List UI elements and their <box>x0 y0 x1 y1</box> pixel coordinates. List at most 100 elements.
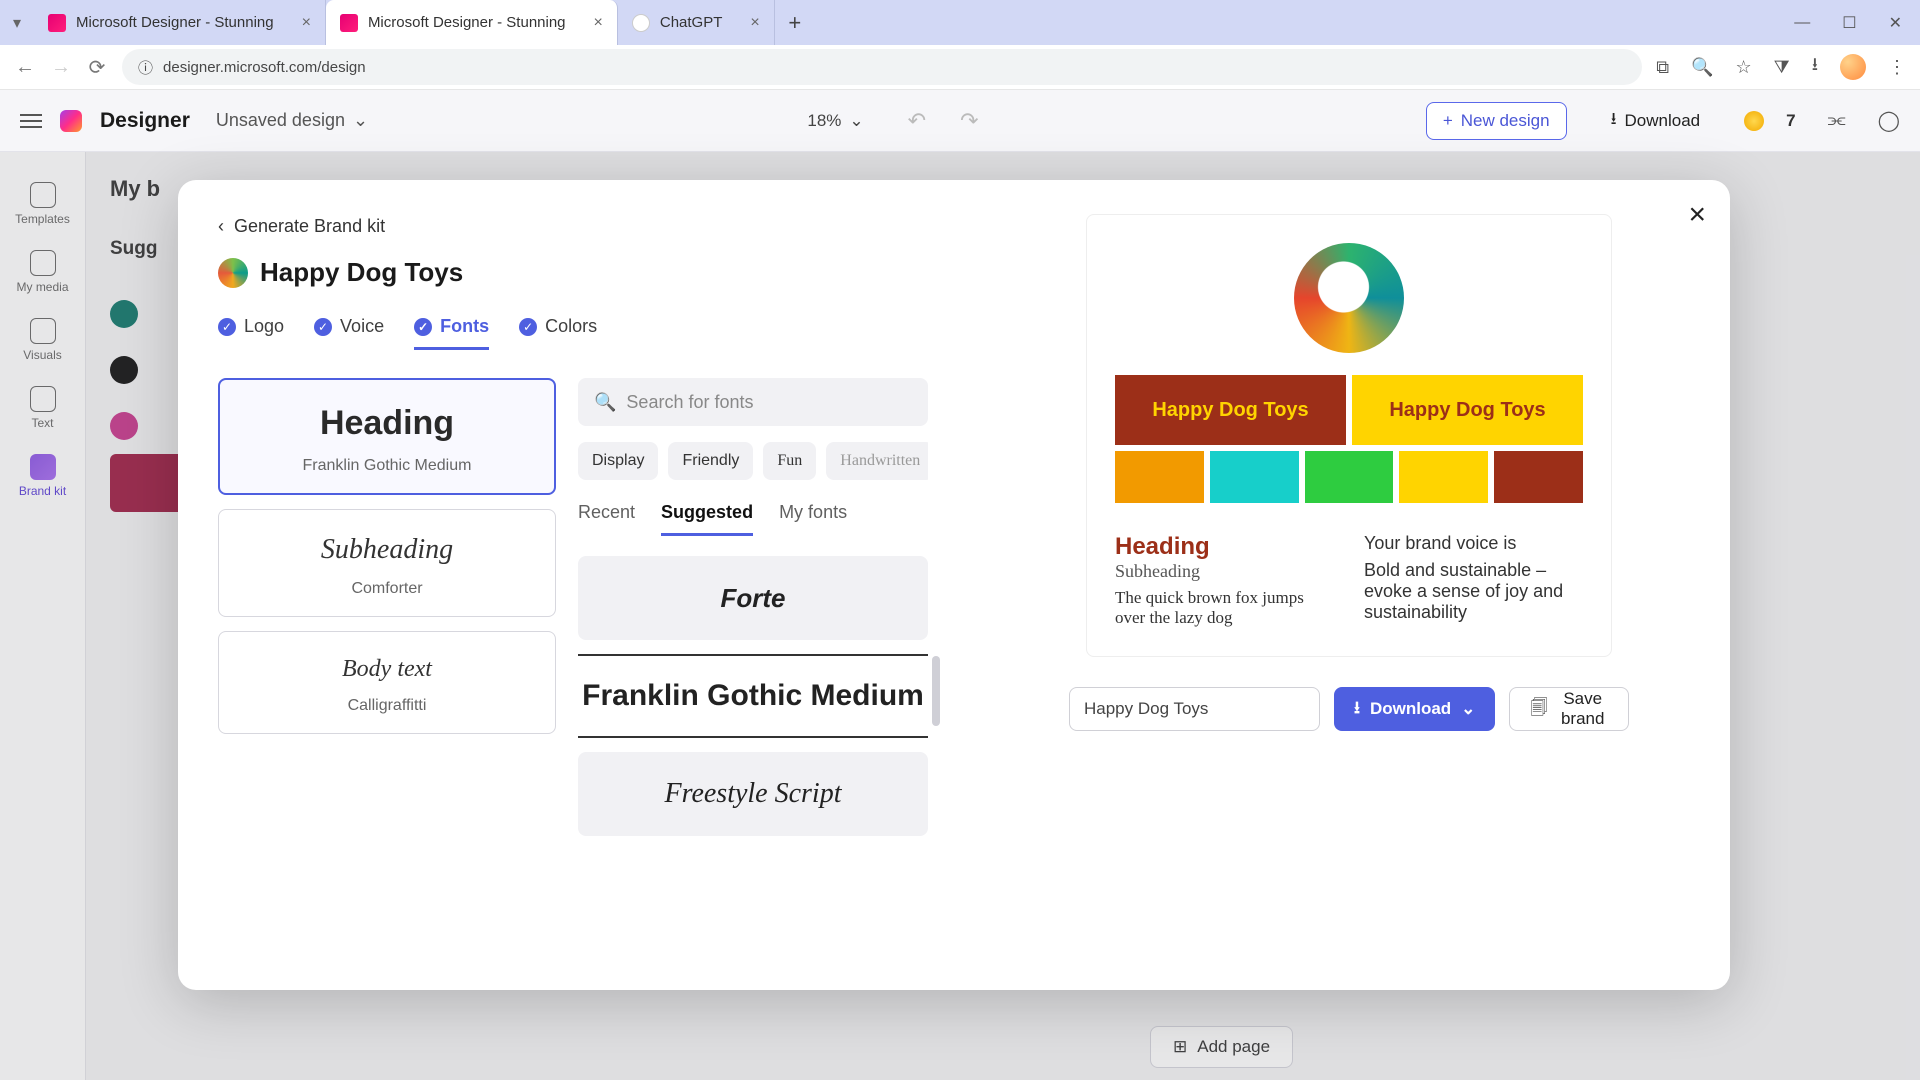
redo-button[interactable]: ↷ <box>960 108 978 134</box>
preview-heading: Heading <box>1115 533 1334 561</box>
browser-tabstrip: ▾ Microsoft Designer - Stunning × Micros… <box>0 0 1920 45</box>
font-item-freestyle[interactable]: Freestyle Script <box>578 752 928 836</box>
scrollbar[interactable] <box>932 656 940 726</box>
undo-button[interactable]: ↶ <box>908 108 926 134</box>
kebab-menu-icon[interactable]: ⋮ <box>1888 57 1906 78</box>
check-icon: ✓ <box>314 318 332 336</box>
account-icon[interactable]: ◯ <box>1878 108 1900 133</box>
font-list[interactable]: Forte Franklin Gothic Medium Freestyle S… <box>578 556 928 836</box>
modal-left: ‹ Generate Brand kit Happy Dog Toys ✓Log… <box>178 180 968 990</box>
new-design-label: New design <box>1461 111 1550 131</box>
download-label: Download <box>1370 699 1451 719</box>
profile-avatar[interactable] <box>1840 54 1866 80</box>
palette-swatch <box>1115 451 1204 503</box>
font-item-forte[interactable]: Forte <box>578 556 928 640</box>
save-label: Save brand <box>1557 689 1608 729</box>
favicon-chatgpt <box>632 14 650 32</box>
brand-name-input[interactable] <box>1069 687 1320 731</box>
font-category-chips: Display Friendly Fun Handwritten <box>578 442 928 480</box>
font-search-input[interactable]: 🔍 Search for fonts <box>578 378 928 426</box>
downloads-icon[interactable]: ⭳ <box>1812 52 1818 82</box>
chip-fun[interactable]: Fun <box>763 442 816 480</box>
zoom-icon[interactable]: 🔍 <box>1691 57 1713 78</box>
slot-heading[interactable]: Heading Franklin Gothic Medium <box>218 378 556 495</box>
slot-subheading[interactable]: Subheading Comforter <box>218 509 556 617</box>
tab-designer-1[interactable]: Microsoft Designer - Stunning × <box>34 0 326 45</box>
credits-coin-icon <box>1744 111 1764 131</box>
reload-icon[interactable]: ⟳ <box>86 55 108 80</box>
subtab-suggested[interactable]: Suggested <box>661 502 753 536</box>
back-link[interactable]: ‹ Generate Brand kit <box>218 216 928 237</box>
brand-preview-card: Happy Dog Toys Happy Dog Toys Heading Su… <box>1086 214 1612 657</box>
designer-logo-icon <box>60 110 82 132</box>
extensions-icon[interactable]: ⧩ <box>1774 57 1790 78</box>
tab-designer-2[interactable]: Microsoft Designer - Stunning × <box>326 0 618 45</box>
tab-chatgpt[interactable]: ChatGPT × <box>618 0 775 45</box>
font-slots: Heading Franklin Gothic Medium Subheadin… <box>218 378 556 836</box>
tab-search-icon[interactable]: ▾ <box>0 0 34 45</box>
font-item-franklin[interactable]: Franklin Gothic Medium <box>578 654 928 738</box>
tab-logo[interactable]: ✓Logo <box>218 316 284 350</box>
check-icon: ✓ <box>519 318 537 336</box>
bookmark-icon[interactable]: ☆ <box>1735 57 1751 78</box>
new-tab-button[interactable]: + <box>775 0 815 45</box>
tab-fonts[interactable]: ✓Fonts <box>414 316 489 350</box>
design-name-dropdown[interactable]: Unsaved design ⌄ <box>216 110 368 131</box>
slot-preview: Body text <box>231 656 543 683</box>
preview-banner-dark: Happy Dog Toys <box>1115 375 1346 445</box>
chevron-down-icon: ⌄ <box>353 110 368 131</box>
chip-handwritten[interactable]: Handwritten <box>826 442 928 480</box>
slot-preview: Heading <box>232 404 542 443</box>
tab-colors[interactable]: ✓Colors <box>519 316 597 350</box>
back-icon[interactable]: ← <box>14 56 36 79</box>
subtab-recent[interactable]: Recent <box>578 502 635 536</box>
modal-right: Happy Dog Toys Happy Dog Toys Heading Su… <box>968 180 1730 990</box>
new-design-button[interactable]: + New design <box>1426 102 1567 140</box>
browser-toolbar: ← → ⟳ ⓘ designer.microsoft.com/design ⧉ … <box>0 45 1920 90</box>
palette-swatch <box>1210 451 1299 503</box>
slot-preview: Subheading <box>231 534 543 566</box>
favicon-designer <box>340 14 358 32</box>
share-icon[interactable]: ⫘ <box>1828 109 1846 132</box>
maximize-icon[interactable]: ☐ <box>1842 13 1856 33</box>
palette-swatch <box>1494 451 1583 503</box>
download-icon: ⭳ <box>1354 695 1360 724</box>
site-info-icon[interactable]: ⓘ <box>138 57 153 78</box>
url-text: designer.microsoft.com/design <box>163 59 366 76</box>
close-icon[interactable]: × <box>302 14 311 32</box>
chip-friendly[interactable]: Friendly <box>668 442 753 480</box>
close-icon[interactable]: × <box>594 14 603 32</box>
window-controls: — ☐ ✕ <box>1776 0 1920 45</box>
tab-title: Microsoft Designer - Stunning <box>76 14 274 31</box>
install-app-icon[interactable]: ⧉ <box>1656 57 1669 78</box>
subtab-my-fonts[interactable]: My fonts <box>779 502 847 536</box>
preview-logo <box>1294 243 1404 353</box>
close-icon[interactable]: × <box>750 14 759 32</box>
favicon-designer <box>48 14 66 32</box>
check-icon: ✓ <box>218 318 236 336</box>
download-button[interactable]: ⭳ Download <box>1595 98 1717 143</box>
save-brand-button[interactable]: 🗐 Save brand <box>1509 687 1629 731</box>
slot-body[interactable]: Body text Calligraffitti <box>218 631 556 734</box>
download-brand-button[interactable]: ⭳ Download ⌄ <box>1334 687 1495 731</box>
chevron-down-icon: ⌄ <box>849 111 863 131</box>
font-picker: 🔍 Search for fonts Display Friendly Fun … <box>578 378 928 836</box>
tab-voice[interactable]: ✓Voice <box>314 316 384 350</box>
preview-palette <box>1115 451 1583 503</box>
preview-voice-body: Bold and sustainable – evoke a sense of … <box>1364 560 1583 623</box>
credits-count[interactable]: 7 <box>1786 111 1795 131</box>
minimize-icon[interactable]: — <box>1794 14 1810 32</box>
zoom-selector[interactable]: 18% ⌄ <box>807 111 863 131</box>
brand-logo-icon <box>218 258 248 288</box>
palette-swatch <box>1305 451 1394 503</box>
modal-actions: ⭳ Download ⌄ 🗐 Save brand <box>1069 687 1629 731</box>
hamburger-menu[interactable] <box>20 114 42 128</box>
chip-display[interactable]: Display <box>578 442 658 480</box>
brand-kit-modal: × ‹ Generate Brand kit Happy Dog Toys ✓L… <box>178 180 1730 990</box>
design-name: Unsaved design <box>216 110 345 131</box>
download-label: Download <box>1625 111 1701 131</box>
address-bar[interactable]: ⓘ designer.microsoft.com/design <box>122 49 1642 85</box>
tab-title: Microsoft Designer - Stunning <box>368 14 566 31</box>
close-window-icon[interactable]: ✕ <box>1889 13 1902 33</box>
tab-title: ChatGPT <box>660 14 723 31</box>
